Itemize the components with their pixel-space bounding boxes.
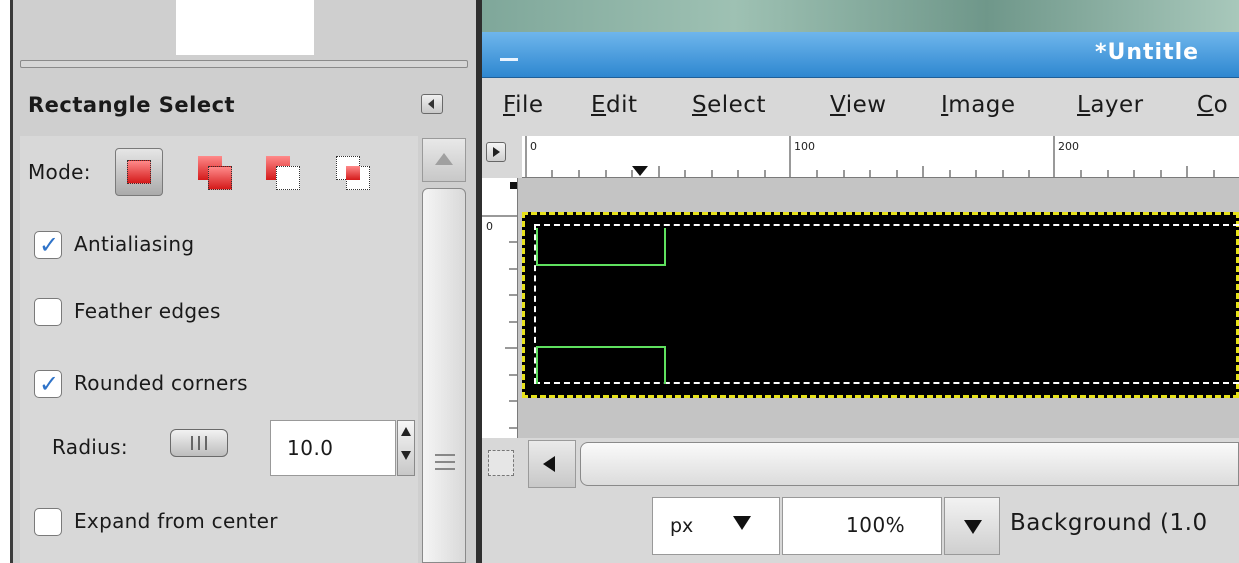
vertical-ruler[interactable]: 0 bbox=[482, 178, 518, 438]
options-scroll-thumb[interactable] bbox=[422, 188, 466, 563]
rounded-corners-label: Rounded corners bbox=[74, 371, 248, 395]
radius-value: 10.0 bbox=[287, 436, 334, 460]
menu-select[interactable]: Select bbox=[692, 92, 766, 118]
panel-left-border bbox=[10, 0, 13, 563]
spin-down-icon[interactable] bbox=[401, 451, 411, 460]
feather-edges-checkbox[interactable] bbox=[34, 298, 62, 326]
rounded-corner-guide-top[interactable] bbox=[536, 228, 666, 266]
expand-from-center-label: Expand from center bbox=[74, 509, 278, 533]
vruler-ticks bbox=[482, 182, 517, 429]
scroll-left-button[interactable] bbox=[528, 440, 576, 488]
mode-add-button[interactable] bbox=[190, 148, 238, 196]
mode-replace-button[interactable] bbox=[115, 148, 163, 196]
radius-spinner[interactable] bbox=[397, 420, 415, 476]
antialiasing-label: Antialiasing bbox=[74, 232, 195, 256]
navigate-icon[interactable] bbox=[486, 142, 506, 162]
ruler-label-200: 200 bbox=[1058, 140, 1079, 153]
ruler-pointer-icon bbox=[632, 166, 648, 176]
horizontal-ruler[interactable]: 0 100 200 bbox=[522, 136, 1239, 178]
menu-image[interactable]: Image bbox=[941, 92, 1016, 118]
quick-mask-icon[interactable] bbox=[488, 450, 514, 476]
rounded-corner-guide-bottom[interactable] bbox=[536, 346, 666, 384]
vruler-label-0: 0 bbox=[486, 220, 493, 233]
preview-box bbox=[176, 0, 314, 55]
panel-menu-button[interactable] bbox=[421, 94, 443, 114]
check-icon: ✓ bbox=[39, 370, 60, 398]
vruler-pointer-icon bbox=[510, 182, 517, 189]
menu-file[interactable]: File bbox=[503, 92, 544, 118]
antialiasing-checkbox[interactable]: ✓ bbox=[34, 231, 62, 259]
menu-view[interactable]: View bbox=[830, 92, 887, 118]
desktop-background bbox=[482, 0, 1239, 32]
menu-colors[interactable]: Co bbox=[1197, 92, 1228, 118]
radius-label: Radius: bbox=[52, 435, 128, 459]
panel-sash[interactable] bbox=[20, 60, 468, 68]
mode-subtract-button[interactable] bbox=[258, 148, 306, 196]
feather-edges-label: Feather edges bbox=[74, 299, 221, 323]
tool-options-area bbox=[20, 136, 418, 563]
ruler-label-100: 100 bbox=[794, 140, 815, 153]
zoom-value: 100% bbox=[846, 513, 906, 537]
scroll-up-button[interactable] bbox=[422, 138, 466, 182]
radius-slider[interactable] bbox=[170, 429, 228, 457]
zoom-dropdown-button[interactable] bbox=[944, 497, 1000, 555]
chevron-down-icon[interactable] bbox=[733, 516, 751, 530]
mode-intersect-button[interactable] bbox=[328, 148, 376, 196]
horizontal-scroll-thumb[interactable] bbox=[580, 442, 1239, 486]
check-icon: ✓ bbox=[39, 231, 60, 259]
menu-edit[interactable]: Edit bbox=[591, 92, 638, 118]
expand-from-center-checkbox[interactable] bbox=[34, 508, 62, 536]
window-title: *Untitle bbox=[1095, 40, 1200, 65]
ruler-ticks bbox=[525, 136, 1215, 177]
spin-up-icon[interactable] bbox=[401, 427, 411, 436]
replace-mode-icon bbox=[127, 160, 151, 184]
tool-title: Rectangle Select bbox=[28, 93, 236, 117]
status-layer-text: Background (1.0 bbox=[1010, 510, 1208, 536]
window-menu-icon[interactable] bbox=[500, 58, 518, 61]
menu-layer[interactable]: Layer bbox=[1077, 92, 1144, 118]
ruler-label-0: 0 bbox=[530, 140, 537, 153]
mode-label: Mode: bbox=[28, 160, 91, 184]
unit-value: px bbox=[670, 515, 694, 537]
rounded-corners-checkbox[interactable]: ✓ bbox=[34, 370, 62, 398]
